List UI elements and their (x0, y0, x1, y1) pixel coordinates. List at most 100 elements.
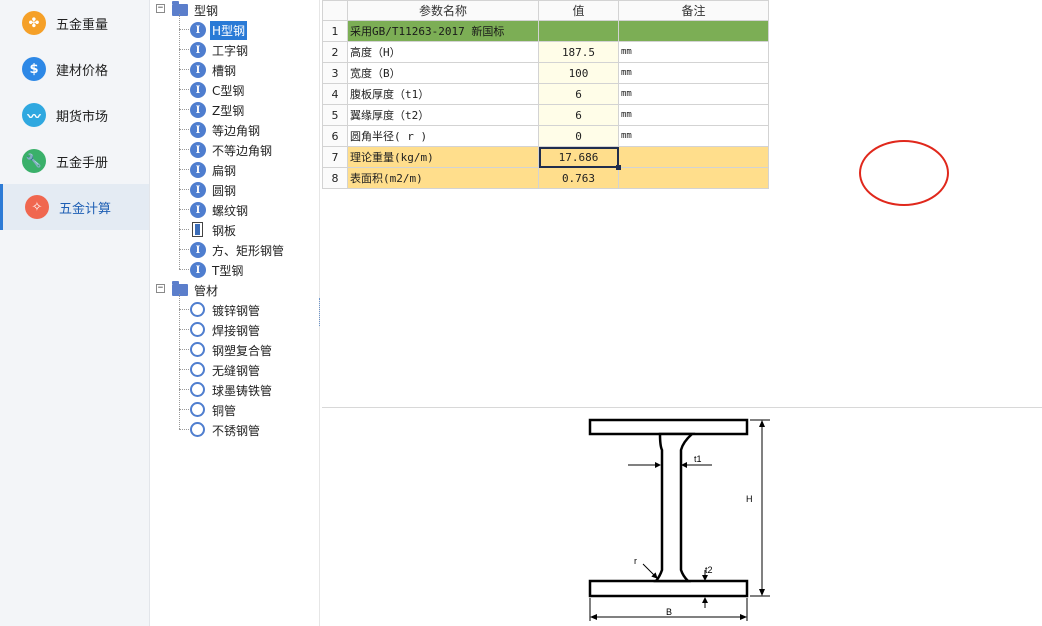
pipe-ring-icon (190, 342, 205, 357)
param-value-cell[interactable]: 187.5 (538, 41, 619, 63)
param-value-cell[interactable] (538, 20, 619, 42)
tree-connector (179, 249, 189, 250)
tree-connector (179, 389, 189, 390)
i-beam-icon: I (190, 82, 206, 98)
table-row[interactable]: 3 宽度（B） 100 mm (322, 62, 769, 84)
folder-icon (172, 281, 188, 296)
i-beam-icon: I (190, 182, 206, 198)
tree-connector (179, 69, 189, 70)
tree-item-label[interactable]: C型钢 (210, 81, 246, 100)
b-label: B (666, 607, 672, 617)
param-name-cell[interactable]: 腹板厚度（t1） (347, 83, 539, 105)
param-name-cell[interactable]: 理论重量(kg/m) (347, 146, 539, 168)
tree-item-label[interactable]: 不等边角钢 (210, 141, 274, 160)
table-row[interactable]: 2 高度（H） 187.5 mm (322, 41, 769, 63)
nav-item-label: 五金手册 (56, 155, 109, 171)
tree-item-label[interactable]: 无缝钢管 (210, 361, 262, 380)
nav-item-4[interactable]: ✧ 五金计算 (0, 184, 149, 230)
parameter-table: 参数名称 值 备注 1 采用GB/T11263-2017 新国标 2 高度（H） 187… (322, 0, 769, 189)
tree-item-label[interactable]: 焊接钢管 (210, 321, 262, 340)
param-name-cell[interactable]: 高度（H） (347, 41, 539, 63)
nav-item-2[interactable]: 〰期货市场 (0, 92, 149, 138)
tree-connector (179, 349, 189, 350)
parameter-grid: 参数名称 值 备注 1 采用GB/T11263-2017 新国标 2 高度（H） 187… (322, 0, 1042, 408)
tree-connector (179, 49, 189, 50)
tree-item-label[interactable]: 工字钢 (210, 41, 250, 60)
param-name-header[interactable]: 参数名称 (347, 0, 539, 21)
pane-splitter[interactable] (319, 298, 321, 326)
tree-item-label[interactable]: 扁钢 (210, 161, 238, 180)
nav-item-3[interactable]: 🔧 五金手册 (0, 138, 149, 184)
nav-item-1[interactable]: $ 建材价格 (0, 46, 149, 92)
category-tree: − 型钢 I H型钢 I 工字钢 I 槽钢 I C型钢 I Z型钢 I 等边角钢 I 不等边角钢 I 扁钢 I 圆钢 I… (150, 0, 320, 626)
tree-item-label[interactable]: 槽钢 (210, 61, 238, 80)
tree-connector (179, 429, 189, 430)
tree-item-label[interactable]: 等边角钢 (210, 121, 262, 140)
collapse-toggle[interactable]: − (156, 4, 165, 13)
red-circle-annotation (859, 140, 949, 206)
table-row[interactable]: 1 采用GB/T11263-2017 新国标 (322, 20, 769, 42)
nav-item-label: 五金计算 (59, 201, 112, 217)
tree-group-label[interactable]: 管材 (192, 281, 220, 300)
bottom-flange (588, 579, 749, 598)
tree-group-label[interactable]: 型钢 (192, 1, 220, 20)
nav-item-0[interactable]: ✤ 五金重量 (0, 0, 149, 46)
param-value-cell[interactable]: 6 (538, 104, 619, 126)
tree-item-label[interactable]: T型钢 (210, 261, 245, 280)
nav-item-label: 建材价格 (56, 63, 109, 79)
tree-connector (179, 149, 189, 150)
pipe-ring-icon (190, 402, 205, 417)
table-row[interactable]: 4 腹板厚度（t1） 6 mm (322, 83, 769, 105)
tree-item-label[interactable]: 不锈钢管 (210, 421, 262, 440)
param-name-cell[interactable]: 采用GB/T11263-2017 新国标 (347, 20, 539, 42)
i-beam-icon: I (190, 102, 206, 118)
tree-connector (179, 329, 189, 330)
tree-item-label[interactable]: 镀锌钢管 (210, 301, 262, 320)
table-row[interactable]: 8 表面积(m2/m) 0.763 (322, 167, 769, 189)
t2-label: t2 (705, 565, 713, 575)
param-value-cell[interactable]: 0.763 (538, 167, 619, 189)
tree-item-label[interactable]: 钢板 (210, 221, 238, 240)
table-row[interactable]: 7 理论重量(kg/m) 17.686 (322, 146, 769, 171)
tree-item-label[interactable]: Z型钢 (210, 101, 246, 120)
row-number: 6 (322, 125, 348, 147)
tree-item-label[interactable]: H型钢 (210, 21, 248, 40)
param-name-cell[interactable]: 圆角半径( r ) (347, 125, 539, 147)
tree-item-label[interactable]: 钢塑复合管 (210, 341, 274, 360)
tree-item-label[interactable]: 铜管 (210, 401, 238, 420)
param-name-cell[interactable]: 翼缘厚度（t2） (347, 104, 539, 126)
tree-item-label[interactable]: 方、矩形钢管 (210, 241, 286, 260)
param-note-cell: mm (618, 83, 769, 105)
i-beam-icon: I (190, 42, 206, 58)
tree-connector (179, 29, 189, 30)
collapse-toggle[interactable]: − (156, 284, 165, 293)
param-note-cell: mm (618, 125, 769, 147)
param-value-cell[interactable]: 100 (538, 62, 619, 84)
tree-item-label[interactable]: 球墨铸铁管 (210, 381, 274, 400)
tree-item-label[interactable]: 圆钢 (210, 181, 238, 200)
table-row[interactable]: 6 圆角半径( r ) 0 mm (322, 125, 769, 147)
row-number: 5 (322, 104, 348, 126)
param-name-cell[interactable]: 宽度（B） (347, 62, 539, 84)
clover-icon: ✤ (22, 11, 46, 35)
folder-icon (172, 1, 188, 16)
h-label: H (746, 494, 753, 504)
table-row[interactable]: 5 翼缘厚度（t2） 6 mm (322, 104, 769, 126)
tree-connector (179, 229, 189, 230)
param-value-cell[interactable]: 17.686 (538, 146, 622, 171)
h-beam-svg: t1 H t2 r B (588, 418, 770, 621)
i-beam-icon: I (190, 22, 206, 38)
param-value-cell[interactable]: 0 (538, 125, 619, 147)
pipe-ring-icon (190, 382, 205, 397)
param-name-cell[interactable]: 表面积(m2/m) (347, 167, 539, 189)
param-note-cell (618, 20, 769, 42)
param-value-cell[interactable]: 6 (538, 83, 619, 105)
param-note-cell: mm (618, 104, 769, 126)
note-header[interactable]: 备注 (618, 0, 769, 21)
i-beam-icon: I (190, 242, 206, 258)
tree-item-label[interactable]: 螺纹钢 (210, 201, 250, 220)
value-header[interactable]: 值 (538, 0, 619, 21)
i-beam-icon: I (190, 262, 206, 278)
h-beam-diagram: t1 H t2 r B (588, 418, 774, 621)
i-beam-icon: I (190, 142, 206, 158)
